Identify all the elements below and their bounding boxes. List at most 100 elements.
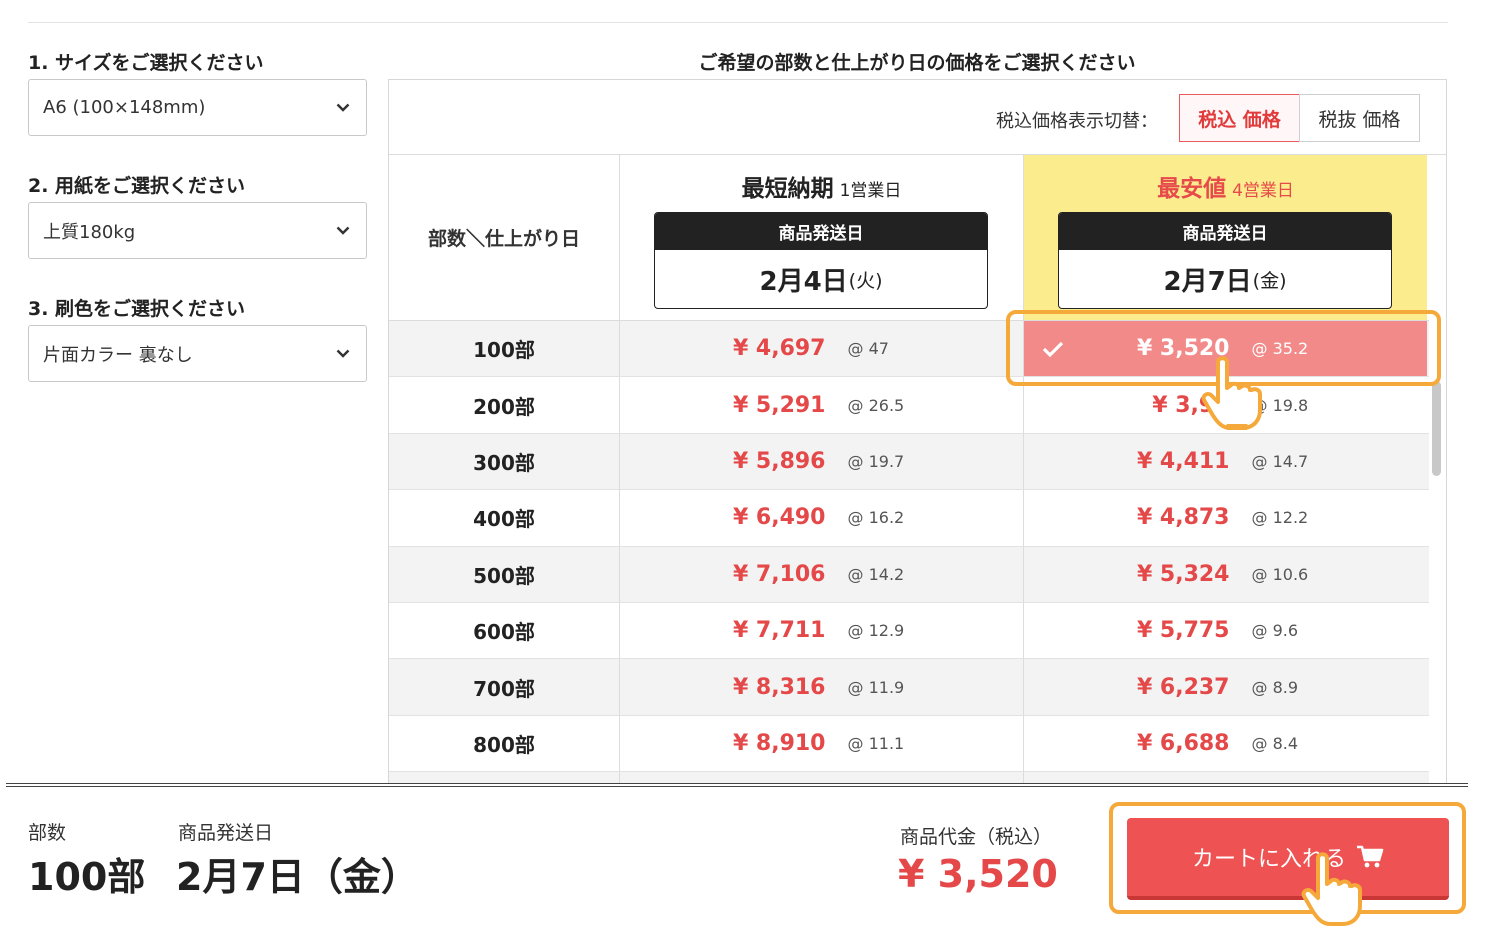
price-value: ¥ 6,237	[1136, 674, 1230, 700]
price-value: ¥ 5,775	[1136, 618, 1230, 644]
fastest-price-cell[interactable]: ¥ 8,910 @ 11.1	[620, 715, 1024, 772]
row-quantity: 100部	[389, 321, 620, 377]
unit-price: @ 35.2	[1251, 339, 1309, 359]
paper-step-label: 2. 用紙をご選択ください	[28, 175, 246, 197]
unit-price: @ 12.9	[847, 621, 905, 641]
footer-ship-label: 商品発送日	[178, 822, 274, 844]
fastest-title: 最短納期	[741, 176, 834, 202]
footer-divider	[6, 783, 1468, 787]
unit-price: @ 11.1	[847, 733, 905, 753]
row-quantity: 200部	[389, 377, 620, 433]
table-row: 500部 ¥ 7,106 @ 14.2 ¥ 5,324 @ 10.6	[389, 546, 1429, 603]
tax-included-button[interactable]: 税込 価格	[1179, 94, 1300, 142]
fastest-ship-date: 2月4日	[759, 266, 848, 297]
unit-price: @ 16.2	[847, 508, 905, 528]
total-label: 商品代金（税込）	[900, 826, 1053, 848]
price-value: ¥ 3,520	[1136, 336, 1230, 362]
unit-price: @ 10.6	[1251, 564, 1309, 584]
footer-qty-value: 100部	[28, 855, 146, 899]
fastest-column-header: 最短納期 1営業日 商品発送日 2月4日 (火)	[620, 155, 1024, 320]
table-row: 400部 ¥ 6,490 @ 16.2 ¥ 4,873 @ 12.2	[389, 490, 1429, 547]
footer-ship-value: 2月7日（金）	[176, 855, 419, 899]
cart-button-callout: カートに入れる	[1109, 802, 1466, 914]
fastest-days: 1営業日	[839, 181, 902, 201]
price-value: ¥ 4,697	[732, 336, 826, 362]
cheapest-price-cell[interactable]: ¥ 5,324 @ 10.6	[1024, 547, 1427, 602]
row-quantity: 500部	[389, 546, 620, 602]
cheapest-ship-date-box: 商品発送日 2月7日 (金)	[1058, 212, 1392, 309]
fastest-price-cell[interactable]: ¥ 5,896 @ 19.7	[620, 433, 1024, 490]
price-value: ¥ 5,324	[1136, 561, 1230, 587]
cart-icon	[1356, 845, 1384, 869]
table-scrollbar[interactable]	[1431, 321, 1442, 784]
paper-select[interactable]: 上質180kg	[28, 202, 367, 259]
unit-price: @ 26.5	[847, 395, 905, 415]
row-quantity: 300部	[389, 433, 620, 490]
price-value: ¥ 8,910	[732, 730, 826, 756]
unit-price: @ 19.7	[847, 451, 905, 471]
cheapest-price-cell[interactable]: ¥ 4,873 @ 12.2	[1024, 490, 1427, 545]
fastest-ship-label: 商品発送日	[655, 213, 987, 250]
price-value: ¥ 7,711	[732, 618, 826, 644]
cheapest-ship-label: 商品発送日	[1059, 213, 1391, 250]
cheapest-price-cell[interactable]: ¥ 5,775 @ 9.6	[1024, 603, 1427, 658]
unit-price: @ 12.2	[1251, 508, 1309, 528]
table-header-row: 部数＼仕上がり日 最短納期 1営業日 商品発送日 2月4日 (火) 最安値 4営業日 …	[389, 155, 1429, 321]
chevron-down-icon	[334, 222, 352, 240]
add-to-cart-label: カートに入れる	[1191, 847, 1346, 872]
table-row: 100部 ¥ 4,697 @ 47 ¥ 3,520 @ 35.2	[389, 321, 1429, 378]
fastest-price-cell[interactable]: ¥ 6,490 @ 16.2	[620, 490, 1024, 546]
add-to-cart-button[interactable]: カートに入れる	[1127, 818, 1449, 900]
cheapest-price-cell[interactable]: ¥ 6,237 @ 8.9	[1024, 659, 1427, 714]
unit-price: @ 8.9	[1251, 677, 1299, 697]
scrollbar-thumb[interactable]	[1432, 381, 1441, 476]
unit-price: @ 14.7	[1251, 451, 1309, 471]
price-table-panel: 税込価格表示切替： 税込 価格 税抜 価格 部数＼仕上がり日 最短納期 1営業日 …	[388, 79, 1447, 784]
price-value: ¥ 6,688	[1136, 730, 1230, 756]
price-value: ¥ 5,896	[732, 448, 826, 474]
unit-price: @ 14.2	[847, 564, 905, 584]
unit-price: @ 11.9	[847, 677, 905, 697]
row-quantity: 400部	[389, 490, 620, 546]
chevron-down-icon	[334, 99, 352, 117]
table-row: 600部 ¥ 7,711 @ 12.9 ¥ 5,775 @ 9.6	[389, 602, 1429, 660]
cheapest-price-cell-selected[interactable]: ¥ 3,520 @ 35.2	[1024, 321, 1427, 377]
unit-price: @ 19.8	[1251, 395, 1309, 415]
cheapest-price-cell[interactable]: ¥ 6,688 @ 8.4	[1024, 716, 1427, 771]
cheapest-price-cell[interactable]: ¥ 3,96 @ 19.8	[1024, 377, 1427, 432]
unit-price: @ 8.4	[1251, 733, 1299, 753]
fastest-price-cell[interactable]: ¥ 7,106 @ 14.2	[620, 546, 1024, 602]
table-row: 300部 ¥ 5,896 @ 19.7 ¥ 4,411 @ 14.7	[389, 433, 1429, 491]
size-select-value: A6 (100×148mm)	[43, 97, 206, 118]
fastest-price-cell[interactable]: ¥ 7,711 @ 12.9	[620, 602, 1024, 659]
check-icon	[1042, 339, 1064, 363]
color-select[interactable]: 片面カラー 裏なし	[28, 325, 367, 382]
cheapest-title: 最安値	[1157, 176, 1227, 202]
footer-qty-label: 部数	[28, 822, 67, 844]
cheapest-column-header: 最安値 4営業日 商品発送日 2月7日 (金)	[1024, 155, 1427, 320]
price-value: ¥ 5,291	[732, 392, 826, 418]
fastest-ship-weekday: (火)	[848, 269, 883, 292]
tax-excluded-button[interactable]: 税抜 価格	[1299, 94, 1420, 142]
fastest-price-cell[interactable]: ¥ 8,316 @ 11.9	[620, 659, 1024, 715]
price-rows: 100部 ¥ 4,697 @ 47 ¥ 3,520 @ 35.2 200部 ¥ 5,…	[389, 321, 1429, 784]
price-value: ¥ 3,96	[1152, 392, 1230, 418]
cheapest-ship-weekday: (金)	[1252, 269, 1287, 292]
cheapest-days: 4営業日	[1232, 181, 1294, 201]
fastest-price-cell[interactable]: ¥ 4,697 @ 47	[620, 321, 1024, 377]
price-value: ¥ 7,106	[732, 561, 826, 587]
total-value: ¥ 3,520	[898, 852, 1058, 896]
fastest-price-cell[interactable]: ¥ 5,291 @ 26.5	[620, 377, 1024, 433]
price-value: ¥ 4,873	[1136, 505, 1230, 531]
row-quantity: 600部	[389, 602, 620, 659]
chevron-down-icon	[334, 345, 352, 363]
tax-toggle-bar: 税込価格表示切替： 税込 価格 税抜 価格	[389, 80, 1446, 155]
cheapest-price-cell[interactable]: ¥ 4,411 @ 14.7	[1024, 434, 1427, 489]
row-quantity: 700部	[389, 659, 620, 715]
top-divider	[28, 22, 1448, 23]
table-row: 200部 ¥ 5,291 @ 26.5 ¥ 3,96 @ 19.8	[389, 377, 1429, 434]
price-value: ¥ 6,490	[732, 505, 826, 531]
price-value: ¥ 4,411	[1136, 448, 1230, 474]
price-table-heading: ご希望の部数と仕上がり日の価格をご選択ください	[698, 52, 1136, 74]
size-select[interactable]: A6 (100×148mm)	[28, 79, 367, 136]
